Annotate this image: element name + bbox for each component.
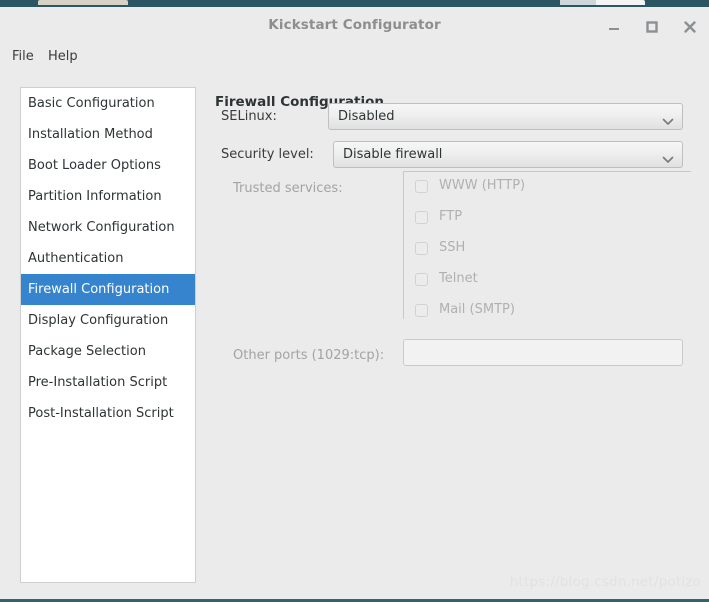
sidebar-item-basic-configuration[interactable]: Basic Configuration	[21, 88, 195, 119]
firewall-configuration-panel: Firewall Configuration SELinux: Disabled…	[212, 71, 709, 599]
maximize-button[interactable]	[641, 16, 663, 38]
menu-item-help[interactable]: Help	[44, 48, 82, 65]
sidebar-item-authentication[interactable]: Authentication	[21, 243, 195, 274]
trusted-service-label: Telnet	[439, 271, 478, 286]
sidebar-item-display-configuration[interactable]: Display Configuration	[21, 305, 195, 336]
sidebar-item-installation-method[interactable]: Installation Method	[21, 119, 195, 150]
sidebar-item-post-installation-script[interactable]: Post-Installation Script	[21, 398, 195, 429]
content-area: Basic Configuration Installation Method …	[0, 71, 709, 599]
sidebar-item-pre-installation-script[interactable]: Pre-Installation Script	[21, 367, 195, 398]
selinux-value: Disabled	[338, 109, 395, 124]
sidebar-item-network-configuration[interactable]: Network Configuration	[21, 212, 195, 243]
trusted-service-row-ftp[interactable]: FTP	[404, 203, 691, 234]
kickstart-configurator-window: Kickstart Configurator File Help Basic C…	[0, 7, 709, 599]
sidebar-item-boot-loader-options[interactable]: Boot Loader Options	[21, 150, 195, 181]
minimize-button[interactable]	[603, 16, 625, 38]
trusted-service-row-ssh[interactable]: SSH	[404, 234, 691, 265]
checkbox-www-http[interactable]	[415, 180, 428, 193]
trusted-service-row-mail[interactable]: Mail (SMTP)	[404, 296, 691, 327]
checkbox-ftp[interactable]	[415, 211, 428, 224]
sidebar-item-firewall-configuration[interactable]: Firewall Configuration	[21, 274, 195, 305]
title-bar[interactable]: Kickstart Configurator	[0, 7, 709, 44]
security-level-value: Disable firewall	[343, 147, 443, 162]
selinux-dropdown[interactable]: Disabled	[328, 103, 683, 130]
section-list[interactable]: Basic Configuration Installation Method …	[20, 87, 196, 583]
security-level-dropdown[interactable]: Disable firewall	[333, 141, 683, 168]
other-ports-label: Other ports (1029:tcp):	[233, 348, 385, 363]
watermark: https://blog.csdn.net/potizo	[509, 574, 701, 590]
chevron-down-icon	[662, 150, 674, 163]
background-tab-left	[38, 0, 128, 5]
background-tab-right-inactive	[560, 0, 596, 5]
sidebar-item-partition-information[interactable]: Partition Information	[21, 181, 195, 212]
checkbox-mail-smtp[interactable]	[415, 304, 428, 317]
trusted-service-label: FTP	[439, 209, 463, 224]
trusted-service-label: WWW (HTTP)	[439, 178, 526, 193]
chevron-down-icon	[662, 112, 674, 125]
checkbox-ssh[interactable]	[415, 242, 428, 255]
trusted-service-row-telnet[interactable]: Telnet	[404, 265, 691, 296]
selinux-label: SELinux:	[221, 109, 277, 124]
trusted-service-label: Mail (SMTP)	[439, 302, 515, 317]
other-ports-input[interactable]	[403, 339, 683, 366]
trusted-service-label: SSH	[439, 240, 466, 255]
sidebar-item-package-selection[interactable]: Package Selection	[21, 336, 195, 367]
background-window-strip	[0, 0, 709, 7]
trusted-services-label: Trusted services:	[233, 181, 343, 196]
security-level-label: Security level:	[221, 147, 314, 162]
checkbox-telnet[interactable]	[415, 273, 428, 286]
menu-bar: File Help	[0, 44, 709, 71]
trusted-service-row-www[interactable]: WWW (HTTP)	[404, 172, 691, 203]
trusted-services-list: WWW (HTTP) FTP SSH Telnet Mail (SMTP)	[403, 171, 691, 319]
close-button[interactable]	[679, 16, 701, 38]
menu-item-file[interactable]: File	[8, 48, 38, 65]
